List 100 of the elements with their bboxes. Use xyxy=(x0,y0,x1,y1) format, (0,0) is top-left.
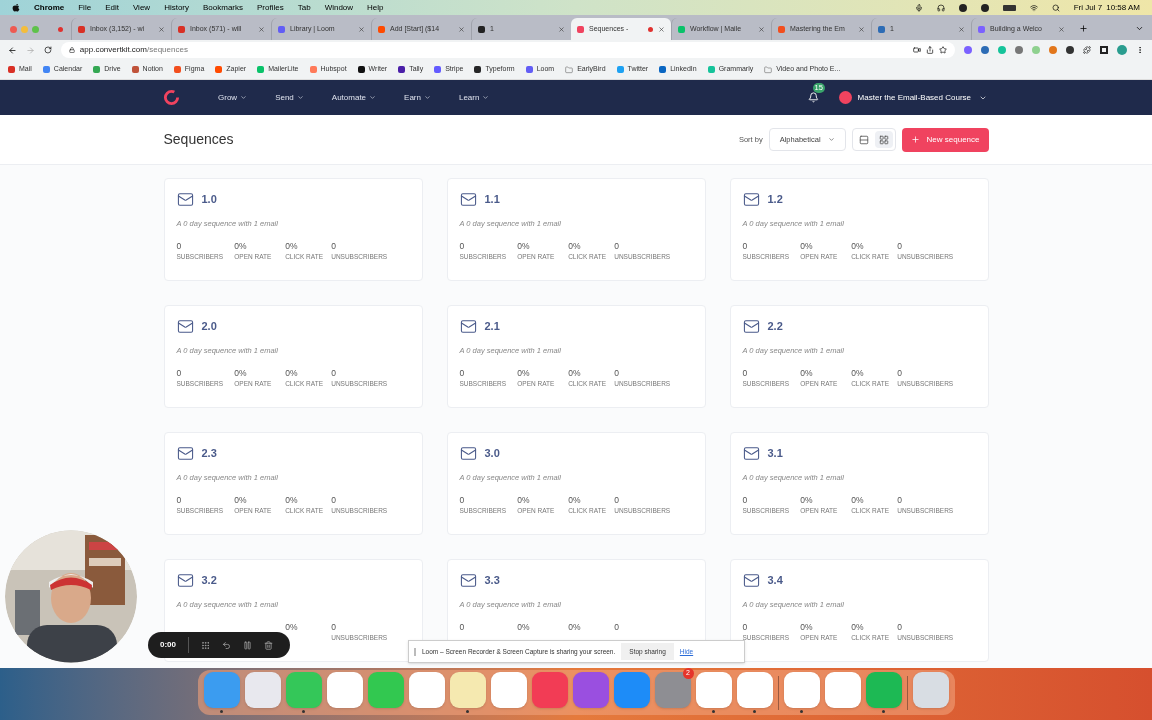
menu-clock-date[interactable]: Fri Jul 7 xyxy=(1073,1,1103,14)
sequence-title[interactable]: 3.0 xyxy=(484,445,500,462)
menu-item[interactable]: Window xyxy=(324,1,354,14)
envelope-icon xyxy=(742,445,760,462)
close-icon[interactable] xyxy=(858,25,865,33)
status-icon[interactable] xyxy=(980,3,989,12)
app-icon[interactable] xyxy=(449,672,486,713)
extensions-icon[interactable] xyxy=(1083,46,1092,54)
menu-clock-time[interactable]: 10:58 AM xyxy=(1106,1,1140,14)
envelope-icon xyxy=(459,572,477,589)
sequence-title[interactable]: 1.1 xyxy=(484,191,500,208)
sequence-title[interactable]: 3.4 xyxy=(767,572,783,589)
close-icon[interactable] xyxy=(558,25,565,33)
camera-icon[interactable] xyxy=(913,46,922,54)
close-icon[interactable] xyxy=(958,25,965,33)
sequence-title[interactable]: 2.0 xyxy=(201,318,217,335)
stat-value: 0% xyxy=(234,495,248,507)
sequence-title[interactable]: 2.3 xyxy=(201,445,217,462)
close-icon[interactable] xyxy=(458,25,465,33)
share-icon[interactable] xyxy=(926,46,935,54)
apple-icon[interactable] xyxy=(12,3,20,12)
account-menu[interactable]: Master the Email-Based Course xyxy=(857,91,987,104)
stat-value: 0% xyxy=(851,495,865,507)
url-text: app.convertkit.com/sequences xyxy=(79,44,188,56)
menu-item[interactable]: Bookmarks xyxy=(203,1,244,14)
drag-handle-icon[interactable] xyxy=(201,640,210,650)
pause-icon[interactable] xyxy=(243,640,252,650)
undo-icon[interactable] xyxy=(222,640,231,650)
nav-menu[interactable]: Automate xyxy=(331,91,377,104)
stat-value: 0% xyxy=(800,368,814,380)
envelope-icon xyxy=(176,445,194,462)
notifications-bell-icon[interactable] xyxy=(807,92,819,103)
envelope-icon xyxy=(459,318,477,335)
close-icon[interactable] xyxy=(1058,25,1065,33)
stat-value: 0 xyxy=(897,495,903,507)
sequence-title[interactable]: 1.2 xyxy=(767,191,783,208)
wifi-icon[interactable] xyxy=(1029,3,1038,12)
nav-menu[interactable]: Grow xyxy=(218,91,248,104)
stat-value: 0% xyxy=(234,368,248,380)
menu-item[interactable]: Chrome xyxy=(34,1,65,14)
delete-icon[interactable] xyxy=(264,640,273,650)
tab-search-icon[interactable] xyxy=(1135,24,1144,33)
stat-value: 0 xyxy=(176,241,183,253)
nav-menu[interactable]: Earn xyxy=(404,91,431,104)
close-window-icon[interactable] xyxy=(10,25,17,33)
stat-value: 0% xyxy=(568,241,582,253)
battery-icon[interactable] xyxy=(1002,4,1016,11)
stat-value: 0 xyxy=(331,622,337,634)
stat-value: 0 xyxy=(742,368,749,380)
caret-icon xyxy=(296,94,304,101)
reload-icon[interactable] xyxy=(43,46,52,54)
logo-icon[interactable] xyxy=(163,89,180,106)
profile-icon[interactable] xyxy=(1117,45,1128,55)
microphone-icon[interactable] xyxy=(914,3,923,12)
new-sequence-button[interactable]: New sequence xyxy=(901,127,989,152)
bookmark-star-icon[interactable] xyxy=(939,46,948,54)
back-icon[interactable] xyxy=(8,45,17,55)
menu-icon[interactable] xyxy=(1136,46,1144,54)
rows-icon xyxy=(858,134,869,145)
stat-value: 0% xyxy=(568,495,582,507)
avatar[interactable] xyxy=(838,91,852,104)
stat-value: 0% xyxy=(851,241,865,253)
menu-item[interactable]: File xyxy=(78,1,92,14)
sequence-title[interactable]: 3.3 xyxy=(484,572,500,589)
stat-value: 0 xyxy=(459,241,466,253)
nav-menu[interactable]: Learn xyxy=(458,91,490,104)
app-icon[interactable] xyxy=(783,672,820,713)
menu-item[interactable]: Edit xyxy=(105,1,119,14)
stat-value: 0 xyxy=(331,495,337,507)
menu-item[interactable]: View xyxy=(132,1,151,14)
new-tab-icon[interactable] xyxy=(1079,24,1088,33)
sequence-title[interactable]: 3.2 xyxy=(201,572,217,589)
sequence-title[interactable]: 1.0 xyxy=(201,191,217,208)
headphones-icon[interactable] xyxy=(936,3,945,12)
stat-value: 0% xyxy=(517,495,531,507)
close-icon[interactable] xyxy=(158,25,165,33)
close-icon[interactable] xyxy=(258,25,265,33)
address-field[interactable]: app.convertkit.com/sequences xyxy=(60,42,956,58)
sidebar-icon[interactable] xyxy=(1100,46,1109,54)
forward-icon[interactable] xyxy=(25,45,35,55)
caret-icon xyxy=(482,94,490,101)
close-icon[interactable] xyxy=(358,25,365,33)
app-icon[interactable] xyxy=(736,672,773,713)
nav-menu[interactable]: Send xyxy=(275,91,304,104)
status-icon[interactable] xyxy=(958,3,967,12)
menu-item[interactable]: Profiles xyxy=(257,1,284,14)
sequence-title[interactable]: 2.2 xyxy=(767,318,783,335)
stat-value: 0 xyxy=(897,241,903,253)
app-icon[interactable] xyxy=(695,672,732,713)
grid-view-button[interactable] xyxy=(874,131,893,148)
sequence-title[interactable]: 3.1 xyxy=(767,445,783,462)
stat-value: 0% xyxy=(800,241,814,253)
caret-icon xyxy=(827,136,835,143)
search-icon[interactable] xyxy=(1051,3,1060,12)
close-icon[interactable] xyxy=(658,25,665,33)
menu-item[interactable]: Help xyxy=(367,1,384,14)
close-icon[interactable] xyxy=(758,25,765,33)
sequence-title[interactable]: 2.1 xyxy=(484,318,500,335)
menu-item[interactable]: Tab xyxy=(297,1,311,14)
menu-item[interactable]: History xyxy=(164,1,189,14)
